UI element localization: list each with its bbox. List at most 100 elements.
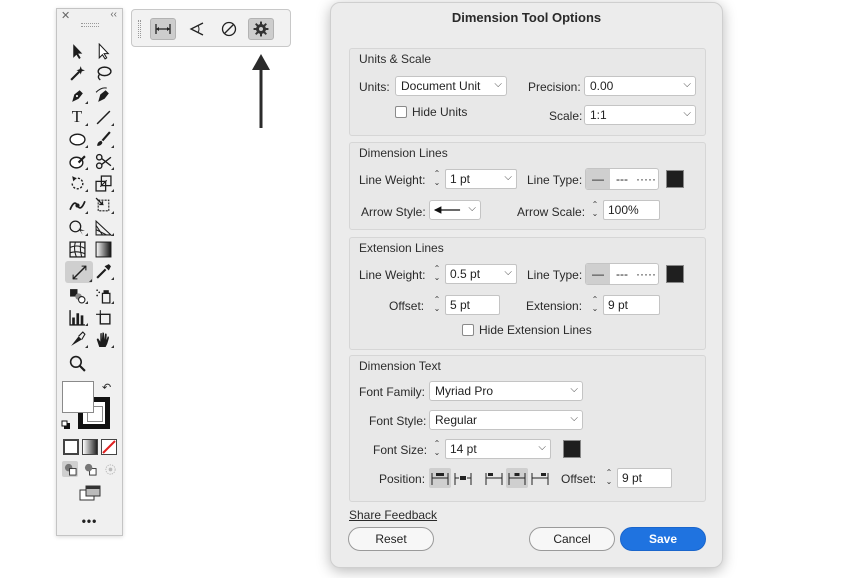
- dashed-line-icon[interactable]: ---: [610, 169, 634, 189]
- draw-normal-icon[interactable]: [62, 461, 78, 477]
- ext-line-weight-stepper[interactable]: ⌃ ⌄ 0.5 pt ⌵: [429, 264, 519, 284]
- zoom-tool-icon[interactable]: [65, 353, 89, 373]
- lasso-tool-icon[interactable]: [91, 63, 115, 83]
- dotted-line-icon[interactable]: ·····: [634, 264, 658, 284]
- font-family-select[interactable]: Myriad Pro ⌵: [429, 381, 583, 401]
- blend-tool-icon[interactable]: [65, 285, 89, 305]
- drag-handle[interactable]: [81, 23, 99, 27]
- line-segment-tool-icon[interactable]: [91, 107, 115, 127]
- scissors-tool-icon[interactable]: [91, 151, 115, 171]
- extension-stepper[interactable]: ⌃ ⌄ 9 pt: [587, 295, 660, 315]
- font-size-stepper[interactable]: ⌃ ⌄ 14 pt ⌵: [429, 439, 553, 459]
- arrow-scale-stepper[interactable]: ⌃ ⌄ 100%: [587, 200, 660, 220]
- type-tool-icon[interactable]: T: [65, 107, 89, 127]
- stepper-arrows-icon[interactable]: ⌃ ⌄: [601, 468, 617, 488]
- dimension-tool-icon[interactable]: [65, 261, 93, 283]
- ellipse-tool-icon[interactable]: [65, 129, 89, 149]
- draw-behind-icon[interactable]: [82, 461, 98, 477]
- solid-line-icon[interactable]: —: [586, 264, 610, 284]
- annotation-arrow-icon: [252, 54, 270, 128]
- units-select[interactable]: Document Unit ⌵: [395, 76, 507, 96]
- ext-offset-field[interactable]: 5 pt: [445, 295, 500, 315]
- close-icon[interactable]: ✕: [61, 9, 70, 22]
- collapse-icon[interactable]: ‹‹: [110, 9, 117, 20]
- ext-offset-stepper[interactable]: ⌃ ⌄ 5 pt: [429, 295, 501, 315]
- shaper-tool-icon[interactable]: [65, 151, 89, 171]
- stepper-arrows-icon[interactable]: ⌃ ⌄: [587, 200, 603, 220]
- line-weight-field[interactable]: 1 pt ⌵: [445, 169, 517, 189]
- chevron-down-icon: ⌵: [504, 267, 512, 278]
- gear-icon[interactable]: [248, 18, 274, 40]
- curvature-tool-icon[interactable]: [91, 85, 115, 105]
- selection-tool-icon[interactable]: [65, 41, 89, 61]
- mesh-tool-icon[interactable]: [65, 239, 89, 259]
- stepper-arrows-icon[interactable]: ⌃ ⌄: [587, 295, 603, 315]
- pen-tool-icon[interactable]: [65, 85, 89, 105]
- none-mode-icon[interactable]: [101, 439, 117, 455]
- dimension-linear-icon[interactable]: [150, 18, 176, 40]
- artboard-tool-icon[interactable]: [91, 307, 115, 327]
- dimension-text-group: Dimension Text Font Family: Myriad Pro ⌵ …: [349, 355, 706, 502]
- swap-fill-stroke-icon[interactable]: ↶: [102, 381, 111, 394]
- stepper-arrows-icon[interactable]: ⌃ ⌄: [429, 439, 445, 459]
- stepper-arrows-icon[interactable]: ⌃ ⌄: [429, 295, 445, 315]
- magic-wand-tool-icon[interactable]: [65, 63, 89, 83]
- screen-mode-icon[interactable]: [79, 485, 101, 501]
- rotate-tool-icon[interactable]: [65, 173, 89, 193]
- arrow-style-select[interactable]: ⌵: [429, 200, 481, 220]
- hide-units-checkbox[interactable]: [395, 106, 407, 118]
- stepper-arrows-icon[interactable]: ⌃ ⌄: [429, 264, 445, 284]
- gradient-tool-icon[interactable]: [91, 239, 115, 259]
- extension-line-color-swatch[interactable]: [666, 265, 684, 283]
- scale-value: 1:1: [590, 108, 607, 122]
- text-position-above-icon[interactable]: [429, 468, 451, 488]
- save-button[interactable]: Save: [620, 527, 706, 551]
- font-size-field[interactable]: 14 pt ⌵: [445, 439, 551, 459]
- arrow-scale-field[interactable]: 100%: [603, 200, 660, 220]
- scale-tool-icon[interactable]: [91, 173, 115, 193]
- dimension-angular-icon[interactable]: [184, 18, 210, 40]
- gradient-mode-icon[interactable]: [82, 439, 98, 455]
- solid-line-icon[interactable]: —: [586, 169, 610, 189]
- cancel-button[interactable]: Cancel: [529, 527, 615, 551]
- eyedropper-tool-icon[interactable]: [91, 261, 115, 281]
- default-fill-stroke-icon[interactable]: [61, 419, 71, 429]
- fill-color-swatch[interactable]: [62, 381, 94, 413]
- hide-extension-lines-checkbox[interactable]: [462, 324, 474, 336]
- slice-tool-icon[interactable]: [65, 329, 89, 349]
- text-position-inline-icon[interactable]: [452, 468, 474, 488]
- symbol-sprayer-tool-icon[interactable]: [91, 285, 115, 305]
- font-style-select[interactable]: Regular ⌵: [429, 410, 583, 430]
- dashed-line-icon[interactable]: ---: [610, 264, 634, 284]
- perspective-grid-tool-icon[interactable]: [91, 217, 115, 237]
- color-mode-icon[interactable]: [63, 439, 79, 455]
- paintbrush-tool-icon[interactable]: [91, 129, 115, 149]
- text-offset-field[interactable]: 9 pt: [617, 468, 672, 488]
- hand-tool-icon[interactable]: [91, 329, 115, 349]
- text-offset-stepper[interactable]: ⌃ ⌄ 9 pt: [601, 468, 673, 488]
- free-transform-tool-icon[interactable]: [91, 195, 115, 215]
- direct-selection-tool-icon[interactable]: [91, 41, 115, 61]
- edit-toolbar-button[interactable]: •••: [57, 514, 122, 528]
- stepper-arrows-icon[interactable]: ⌃ ⌄: [429, 169, 445, 189]
- dimension-radial-icon[interactable]: [216, 18, 242, 40]
- dimension-text-color-swatch[interactable]: [563, 440, 581, 458]
- shape-builder-tool-icon[interactable]: [65, 217, 89, 237]
- draw-inside-icon[interactable]: [102, 461, 118, 477]
- text-align-right-icon[interactable]: [529, 468, 551, 488]
- ext-line-weight-field[interactable]: 0.5 pt ⌵: [445, 264, 517, 284]
- dimension-line-color-swatch[interactable]: [666, 170, 684, 188]
- text-align-left-icon[interactable]: [483, 468, 505, 488]
- dotted-line-icon[interactable]: ·····: [634, 169, 658, 189]
- precision-select[interactable]: 0.00 ⌵: [584, 76, 696, 96]
- line-weight-stepper[interactable]: ⌃ ⌄ 1 pt ⌵: [429, 169, 519, 189]
- scale-select[interactable]: 1:1 ⌵: [584, 105, 696, 125]
- share-feedback-link[interactable]: Share Feedback: [349, 508, 437, 522]
- extension-field[interactable]: 9 pt: [603, 295, 660, 315]
- tools-panel: ✕ ‹‹ T ↶ •••: [56, 8, 123, 536]
- reset-button[interactable]: Reset: [348, 527, 434, 551]
- column-graph-tool-icon[interactable]: [65, 307, 89, 327]
- width-tool-icon[interactable]: [65, 195, 89, 215]
- drag-handle[interactable]: [138, 20, 141, 38]
- text-align-center-icon[interactable]: [506, 468, 528, 488]
